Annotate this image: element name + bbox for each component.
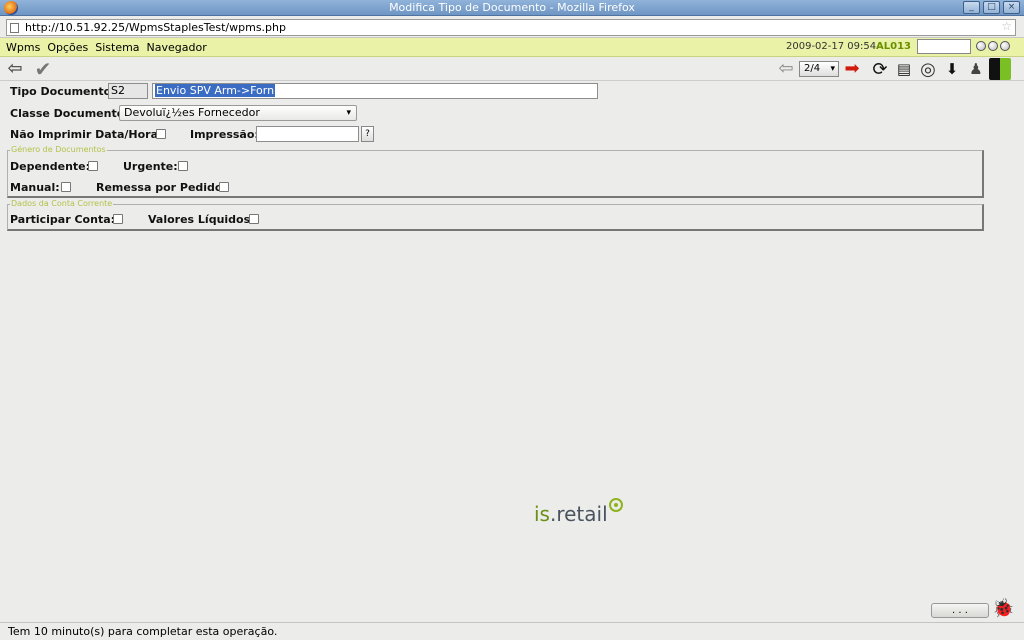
back-arrow-icon[interactable]: ⇦ xyxy=(4,59,26,79)
session-user: AL013 xyxy=(876,41,911,52)
main-menu: Wpms Opções Sistema Navegador xyxy=(6,41,207,54)
session-datetime: 2009-02-17 09:54 xyxy=(786,41,877,52)
dependente-checkbox[interactable] xyxy=(88,161,98,171)
participar-conta-label: Participar Conta: xyxy=(10,213,116,226)
download-icon[interactable]: ⬇ xyxy=(941,58,963,80)
app-logo-icon[interactable] xyxy=(989,58,1011,80)
next-record-arrow-icon[interactable]: ➡ xyxy=(841,59,863,79)
manual-label: Manual: xyxy=(10,181,60,194)
classe-documento-select[interactable]: Devoluï¿½es Fornecedor xyxy=(119,105,357,121)
toolbar-left: ⇦ ✔ xyxy=(4,59,54,79)
nao-imprimir-checkbox[interactable] xyxy=(156,129,166,139)
firefox-icon xyxy=(4,1,18,15)
impressao-help-button[interactable]: ? xyxy=(361,126,374,142)
tipo-documento-code-field[interactable]: S2 xyxy=(108,83,148,99)
bookmark-star-icon[interactable]: ☆ xyxy=(1001,19,1012,33)
url-input[interactable]: http://10.51.92.25/WpmsStaplesTest/wpms.… xyxy=(6,19,1016,36)
maximize-button[interactable]: □ xyxy=(983,1,1000,14)
prev-record-arrow-icon[interactable]: ⇦ xyxy=(775,59,797,79)
window-controls: _ □ × xyxy=(963,1,1020,14)
menu-opcoes[interactable]: Opções xyxy=(47,41,88,54)
impressao-label: Impressão: xyxy=(190,128,259,141)
status-dot-icon[interactable] xyxy=(988,41,998,51)
window-title: Modifica Tipo de Documento - Mozilla Fir… xyxy=(389,1,635,14)
logo-mark-icon xyxy=(609,498,623,512)
menu-navegador[interactable]: Navegador xyxy=(147,41,207,54)
status-dots xyxy=(976,41,1010,51)
user-icon[interactable]: ♟ xyxy=(965,58,987,80)
print-icon[interactable]: ▤ xyxy=(893,58,915,80)
close-button[interactable]: × xyxy=(1003,1,1020,14)
refresh-icon[interactable]: ⟳ xyxy=(869,58,891,80)
quick-input[interactable] xyxy=(917,39,971,54)
classe-documento-label: Classe Documento: xyxy=(10,107,129,120)
status-text: Tem 10 minuto(s) para completar esta ope… xyxy=(8,625,278,638)
page-icon xyxy=(10,23,19,33)
logo-prefix: is xyxy=(534,502,550,526)
app-toolbar: ⇦ ✔ ⇦ 2/4 ➡ ⟳ ▤ ◎ ⬇ ♟ xyxy=(0,57,1024,81)
selected-text: Envio SPV Arm->Forn xyxy=(155,84,276,97)
navigation-bar: http://10.51.92.25/WpmsStaplesTest/wpms.… xyxy=(0,17,1024,38)
logo-suffix: .retail xyxy=(549,502,608,526)
record-pager-select[interactable]: 2/4 xyxy=(799,61,839,77)
app-menubar: Wpms Opções Sistema Navegador 2009-02-17… xyxy=(0,38,1024,57)
bug-report-icon[interactable]: 🐞 xyxy=(992,598,1014,620)
remessa-label: Remessa por Pedido: xyxy=(96,181,227,194)
menu-wpms[interactable]: Wpms xyxy=(6,41,40,54)
window-titlebar: Modifica Tipo de Documento - Mozilla Fir… xyxy=(0,0,1024,16)
more-options-button[interactable]: . . . xyxy=(931,603,989,618)
urgente-label: Urgente: xyxy=(123,160,178,173)
valores-liquidos-checkbox[interactable] xyxy=(249,214,259,224)
urgente-checkbox[interactable] xyxy=(178,161,188,171)
remessa-checkbox[interactable] xyxy=(219,182,229,192)
url-text: http://10.51.92.25/WpmsStaplesTest/wpms.… xyxy=(25,21,286,34)
impressao-field[interactable] xyxy=(256,126,359,142)
isretail-logo: is.retail xyxy=(534,502,608,526)
nao-imprimir-label: Não Imprimir Data/Hora: xyxy=(10,128,163,141)
minimize-button[interactable]: _ xyxy=(963,1,980,14)
valores-liquidos-label: Valores Líquidos: xyxy=(148,213,255,226)
confirm-check-icon[interactable]: ✔ xyxy=(32,59,54,79)
conta-group-legend: Dados da Conta Corrente xyxy=(10,199,114,208)
help-lifebuoy-icon[interactable]: ◎ xyxy=(917,58,939,80)
participar-conta-checkbox[interactable] xyxy=(113,214,123,224)
toolbar-right: ⇦ 2/4 ➡ ⟳ ▤ ◎ ⬇ ♟ xyxy=(775,58,1011,80)
menu-sistema[interactable]: Sistema xyxy=(95,41,139,54)
status-dot-icon[interactable] xyxy=(976,41,986,51)
status-dot-icon[interactable] xyxy=(1000,41,1010,51)
manual-checkbox[interactable] xyxy=(61,182,71,192)
dependente-label: Dependente: xyxy=(10,160,91,173)
tipo-documento-description-field[interactable]: Envio SPV Arm->Forn xyxy=(152,83,598,99)
genero-group-legend: Género de Documentos xyxy=(10,145,107,154)
tipo-documento-label: Tipo Documento: xyxy=(10,85,116,98)
status-bar: Tem 10 minuto(s) para completar esta ope… xyxy=(0,622,1024,640)
